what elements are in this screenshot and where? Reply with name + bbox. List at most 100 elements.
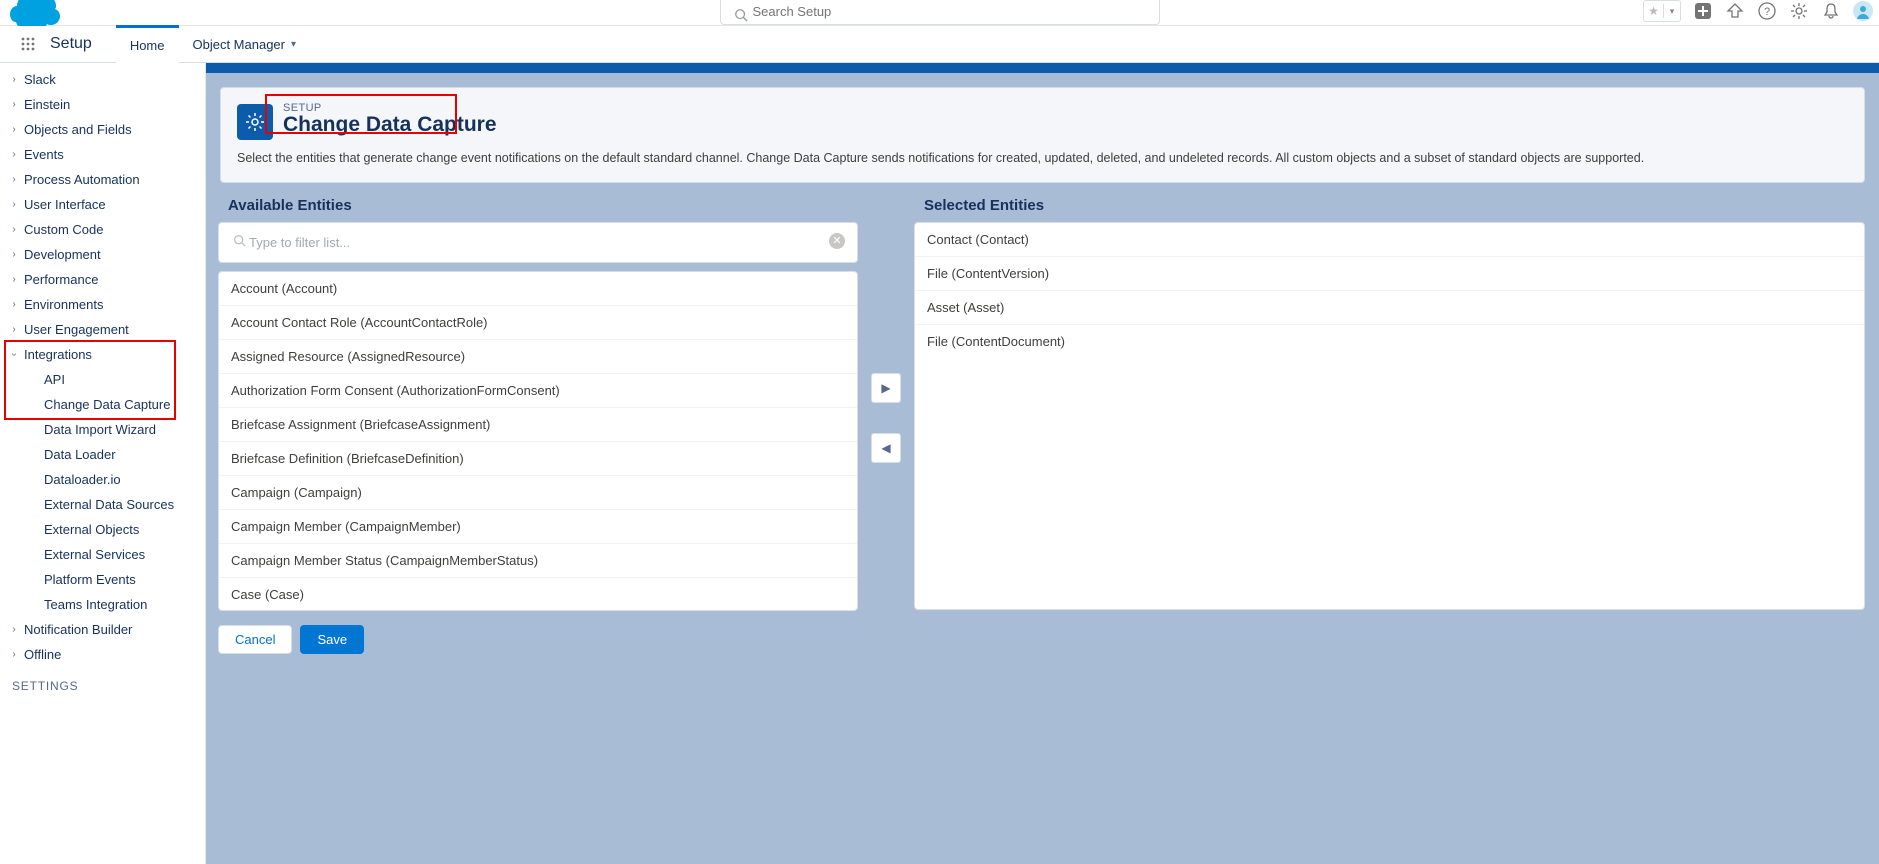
- brand-stripe: [206, 63, 1879, 73]
- bell-icon[interactable]: [1821, 1, 1841, 21]
- list-item[interactable]: Account Contact Role (AccountContactRole…: [219, 306, 857, 340]
- global-search: [720, 0, 1160, 25]
- chevron-down-icon: ›: [9, 349, 20, 361]
- sidebar-item-label: Process Automation: [24, 172, 140, 187]
- sidebar-item-objects-and-fields[interactable]: ›Objects and Fields: [0, 117, 205, 142]
- salesforce-logo: [10, 0, 66, 26]
- chevron-right-icon: ›: [8, 224, 20, 235]
- annotation-highlight-box: [4, 340, 176, 420]
- sidebar-item-process-automation[interactable]: › Process Automation: [0, 167, 205, 192]
- chevron-right-icon: ›: [8, 274, 20, 285]
- chevron-right-icon: ›: [8, 174, 20, 185]
- chevron-right-icon: ›: [8, 299, 20, 310]
- sidebar-item-label: Dataloader.io: [44, 472, 121, 487]
- tab-label: Home: [130, 38, 165, 53]
- list-item[interactable]: Campaign (Campaign): [219, 476, 857, 510]
- avatar-icon[interactable]: [1853, 1, 1873, 21]
- sidebar-item-label: Data Loader: [44, 447, 116, 462]
- sidebar-item-data-loader[interactable]: Data Loader: [0, 442, 205, 467]
- sidebar-item-offline[interactable]: ›Offline: [0, 642, 205, 667]
- setup-tree: ›Slack ›Einstein ›Objects and Fields ›Ev…: [0, 63, 206, 864]
- move-left-button[interactable]: ◀: [871, 433, 901, 463]
- add-icon[interactable]: [1693, 1, 1713, 21]
- chevron-right-icon: ▶: [881, 381, 890, 395]
- list-item[interactable]: Contact (Contact): [915, 223, 1864, 257]
- app-launcher-icon[interactable]: [20, 36, 36, 52]
- filter-box: ✕: [218, 222, 858, 263]
- clear-icon[interactable]: ✕: [829, 233, 845, 249]
- sidebar-item-label: Data Import Wizard: [44, 422, 156, 437]
- sidebar-item-label: Teams Integration: [44, 597, 147, 612]
- sidebar-item-data-import-wizard[interactable]: Data Import Wizard: [0, 417, 205, 442]
- annotation-highlight-box: [265, 94, 457, 134]
- selected-entities-listbox[interactable]: Contact (Contact) File (ContentVersion) …: [914, 222, 1865, 610]
- list-item[interactable]: Case (Case): [219, 578, 857, 611]
- sidebar-item-user-engagement[interactable]: › User Engagement: [0, 317, 205, 342]
- chevron-right-icon: ›: [8, 624, 20, 635]
- sidebar-item-external-data-sources[interactable]: External Data Sources: [0, 492, 205, 517]
- svg-text:?: ?: [1764, 6, 1770, 18]
- tab-label: Object Manager: [193, 37, 286, 52]
- list-item[interactable]: Briefcase Definition (BriefcaseDefinitio…: [219, 442, 857, 476]
- sidebar-item-custom-code[interactable]: › Custom Code: [0, 217, 205, 242]
- tab-home[interactable]: Home: [116, 25, 179, 63]
- tab-object-manager[interactable]: Object Manager ▾: [179, 25, 311, 63]
- global-header: ★▾ ?: [0, 0, 1879, 25]
- chevron-right-icon: ›: [8, 124, 20, 135]
- sidebar-item-label: Offline: [24, 647, 61, 662]
- sidebar-section-settings: SETTINGS: [0, 667, 205, 699]
- sidebar-item-label: Notification Builder: [24, 622, 132, 637]
- sidebar-item-label: User Interface: [24, 197, 106, 212]
- list-item[interactable]: File (ContentDocument): [915, 325, 1864, 358]
- list-item[interactable]: Campaign Member Status (CampaignMemberSt…: [219, 544, 857, 578]
- list-item[interactable]: Authorization Form Consent (Authorizatio…: [219, 374, 857, 408]
- sidebar-item-label: Custom Code: [24, 222, 103, 237]
- sidebar-item-external-objects[interactable]: External Objects: [0, 517, 205, 542]
- sidebar-item-environments[interactable]: › Environments: [0, 292, 205, 317]
- sidebar-item-events[interactable]: ›Events: [0, 142, 205, 167]
- sidebar-item-slack[interactable]: ›Slack: [0, 67, 205, 92]
- global-search-input[interactable]: [720, 0, 1160, 25]
- sidebar-item-label: Environments: [24, 297, 103, 312]
- sidebar-item-dataloader-io[interactable]: Dataloader.io: [0, 467, 205, 492]
- cancel-button[interactable]: Cancel: [218, 625, 292, 654]
- available-entities-listbox[interactable]: Account (Account) Account Contact Role (…: [218, 271, 858, 611]
- chevron-right-icon: ›: [8, 149, 20, 160]
- move-right-button[interactable]: ▶: [871, 373, 901, 403]
- save-button[interactable]: Save: [300, 625, 364, 654]
- favorites-dropdown[interactable]: ★▾: [1643, 0, 1681, 22]
- sidebar-item-label: Platform Events: [44, 572, 136, 587]
- question-icon[interactable]: ?: [1757, 1, 1777, 21]
- salesforce-help-icon[interactable]: [1725, 1, 1745, 21]
- sidebar-item-label: External Data Sources: [44, 497, 174, 512]
- chevron-down-icon: ▾: [291, 39, 296, 50]
- list-item[interactable]: Assigned Resource (AssignedResource): [219, 340, 857, 374]
- sidebar-item-user-interface[interactable]: › User Interface: [0, 192, 205, 217]
- sidebar-item-development[interactable]: ›Development: [0, 242, 205, 267]
- list-item[interactable]: Campaign Member (CampaignMember): [219, 510, 857, 544]
- sidebar-item-label: External Services: [44, 547, 145, 562]
- list-item[interactable]: File (ContentVersion): [915, 257, 1864, 291]
- sidebar-item-label: User Engagement: [24, 322, 129, 337]
- sidebar-item-label: Einstein: [24, 97, 70, 112]
- chevron-right-icon: ›: [8, 324, 20, 335]
- main-content: SETUP Change Data Capture Select the ent…: [206, 63, 1879, 864]
- context-nav: Setup Home Object Manager ▾: [0, 25, 1879, 63]
- sidebar-item-einstein[interactable]: ›Einstein: [0, 92, 205, 117]
- sidebar-item-platform-events[interactable]: Platform Events: [0, 567, 205, 592]
- list-item[interactable]: Account (Account): [219, 272, 857, 306]
- list-item[interactable]: Briefcase Assignment (BriefcaseAssignmen…: [219, 408, 857, 442]
- sidebar-item-teams-integration[interactable]: Teams Integration: [0, 592, 205, 617]
- chevron-right-icon: ›: [8, 199, 20, 210]
- chevron-right-icon: ›: [8, 249, 20, 260]
- sidebar-item-performance[interactable]: › Performance: [0, 267, 205, 292]
- page-description: Select the entities that generate change…: [237, 150, 1848, 168]
- gear-icon[interactable]: [1789, 1, 1809, 21]
- app-name: Setup: [50, 35, 92, 53]
- list-item[interactable]: Asset (Asset): [915, 291, 1864, 325]
- sidebar-item-notification-builder[interactable]: › Notification Builder: [0, 617, 205, 642]
- selected-entities-header: Selected Entities: [924, 197, 1865, 214]
- filter-input[interactable]: [229, 231, 847, 254]
- sidebar-item-label: Performance: [24, 272, 98, 287]
- sidebar-item-external-services[interactable]: External Services: [0, 542, 205, 567]
